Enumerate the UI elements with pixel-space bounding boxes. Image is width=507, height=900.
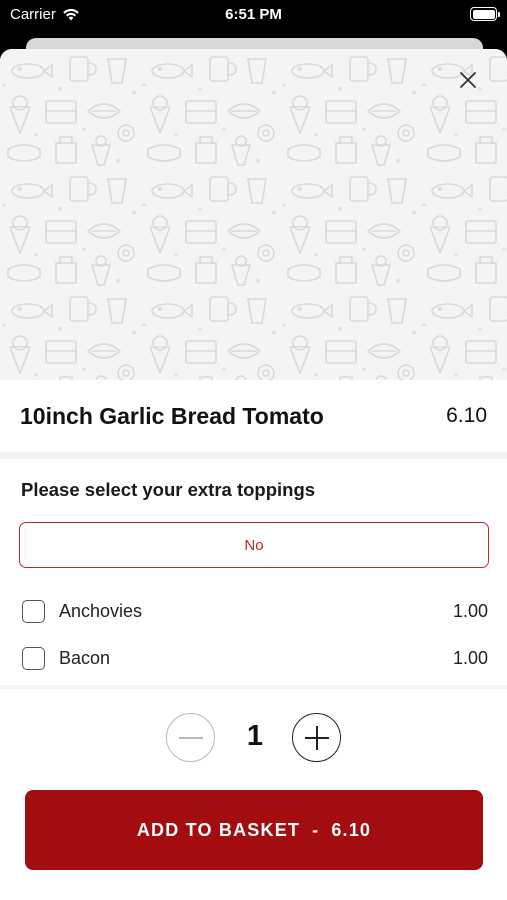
- minus-icon: [179, 737, 203, 739]
- topping-option-bacon[interactable]: Bacon 1.00: [22, 643, 488, 673]
- food-doodle-pattern: [0, 49, 507, 380]
- battery-icon: [470, 7, 500, 21]
- add-to-basket-button[interactable]: ADD TO BASKET - 6.10: [25, 790, 483, 870]
- close-icon: [460, 72, 476, 88]
- decrease-quantity-button[interactable]: [166, 713, 215, 762]
- item-price: 6.10: [446, 404, 487, 427]
- quantity-value: 1: [246, 720, 264, 752]
- item-detail-sheet: 10inch Garlic Bread Tomato 6.10 Please s…: [0, 49, 507, 900]
- topping-label: Bacon: [59, 647, 111, 668]
- topping-option-anchovies[interactable]: Anchovies 1.00: [22, 596, 488, 626]
- checkbox[interactable]: [22, 599, 45, 623]
- increase-quantity-button[interactable]: [292, 713, 341, 762]
- status-time: 6:51 PM: [225, 6, 282, 23]
- no-toppings-button[interactable]: No: [19, 522, 489, 568]
- add-to-basket-price: 6.10: [331, 819, 372, 840]
- item-header: 10inch Garlic Bread Tomato 6.10: [0, 380, 507, 452]
- item-image-placeholder: [0, 49, 507, 380]
- footer-divider: [0, 685, 507, 689]
- close-button[interactable]: [457, 69, 479, 91]
- topping-price: 1.00: [452, 647, 488, 668]
- add-to-basket-separator: -: [312, 819, 320, 840]
- section-divider: [0, 452, 507, 459]
- checkbox[interactable]: [22, 646, 45, 670]
- add-to-basket-label: ADD TO BASKET: [136, 819, 301, 840]
- status-bar: Carrier 6:51 PM: [0, 0, 507, 30]
- topping-label: Anchovies: [59, 600, 143, 621]
- topping-price: 1.00: [452, 600, 488, 621]
- toppings-title: Please select your extra toppings: [21, 479, 316, 500]
- quantity-stepper: 1: [0, 713, 507, 763]
- item-name: 10inch Garlic Bread Tomato: [20, 402, 324, 429]
